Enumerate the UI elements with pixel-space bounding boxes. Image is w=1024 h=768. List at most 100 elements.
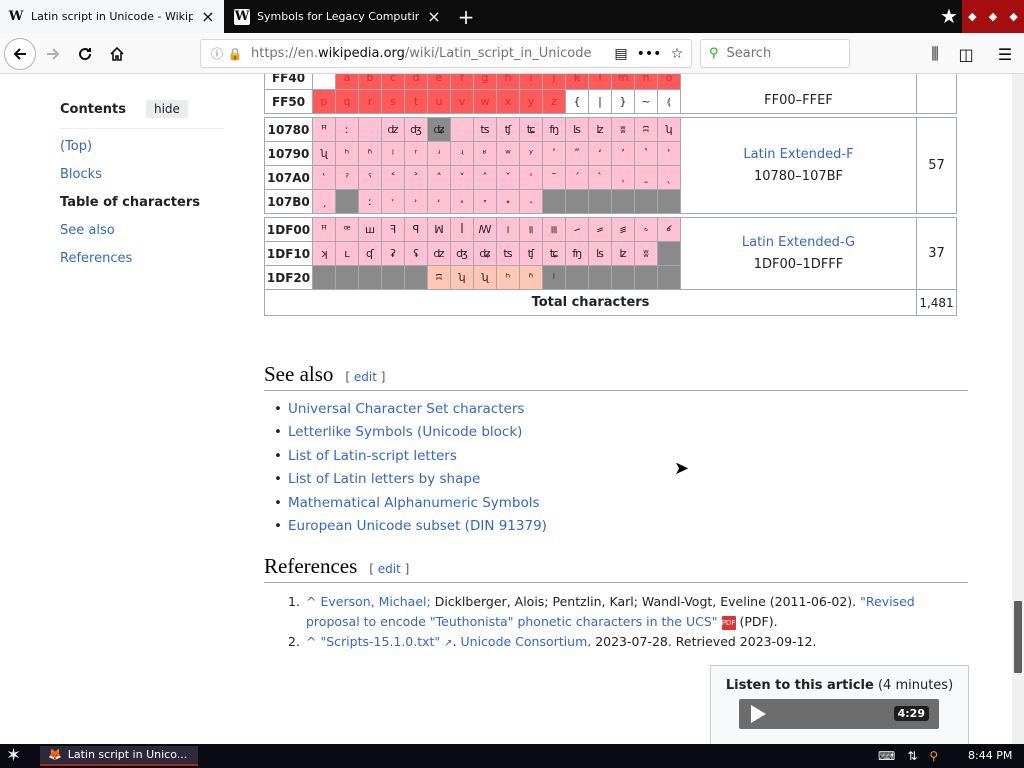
taskbar-item-firefox[interactable]: 🦊 Latin script in Unico... (40, 746, 198, 766)
new-tab-button[interactable]: + (452, 0, 480, 33)
character-cell[interactable]: c (381, 74, 405, 90)
block-link[interactable]: Latin Extended-G (742, 235, 855, 250)
see-also-link[interactable]: Universal Character Set characters (288, 401, 524, 417)
character-cell[interactable]: ː (358, 189, 382, 214)
publisher-link[interactable]: Unicode Consortium (461, 634, 588, 649)
close-tab-icon[interactable]: × (200, 7, 216, 26)
page-scrollbar[interactable] (1012, 74, 1024, 744)
character-cell[interactable]: ʭ (634, 117, 658, 142)
character-cell[interactable]: ʴ (427, 141, 451, 166)
character-cell[interactable]: ʫ (611, 241, 635, 266)
character-cell[interactable]: ʮ (450, 265, 474, 290)
character-cell[interactable]: ˁ (358, 165, 382, 190)
character-cell[interactable]: ˑ (381, 189, 405, 214)
character-cell[interactable]: ˅ (450, 165, 474, 190)
backref-caret[interactable]: ^ (306, 594, 316, 609)
character-cell[interactable]: r (358, 89, 382, 114)
character-cell[interactable]: s (381, 89, 405, 114)
character-cell[interactable]: i (519, 74, 543, 90)
character-cell[interactable]: ˂ (381, 165, 405, 190)
character-cell[interactable]: u (427, 89, 451, 114)
character-cell[interactable]: ʤ (404, 117, 428, 142)
play-icon[interactable] (751, 705, 766, 723)
character-cell[interactable]: b (358, 74, 382, 90)
character-cell[interactable]: ʥ (473, 241, 497, 266)
character-cell[interactable]: a (335, 74, 359, 90)
scrollbar-thumb[interactable] (1014, 601, 1022, 673)
character-cell[interactable]: l (588, 74, 612, 90)
character-cell[interactable]: ⦅ (657, 89, 681, 114)
character-cell[interactable]: ʣ (381, 117, 405, 142)
info-icon[interactable]: ⓘ (207, 45, 227, 62)
character-cell[interactable]: ʰ (496, 265, 520, 290)
toc-item-blocks[interactable]: Blocks (60, 161, 224, 189)
character-cell[interactable]: o (657, 74, 681, 90)
character-cell[interactable]: w (473, 89, 497, 114)
character-cell[interactable]: ʿ (312, 165, 336, 190)
character-cell[interactable]: ꟽ (427, 217, 451, 242)
close-window-icon[interactable]: ◆ (1009, 10, 1017, 23)
character-cell[interactable]: ꟻ (381, 217, 405, 242)
library-button[interactable]: ⫼ (920, 39, 950, 69)
character-cell[interactable] (312, 74, 336, 90)
character-cell[interactable]: ꠱ (519, 217, 543, 242)
character-cell[interactable]: m (611, 74, 635, 90)
character-cell[interactable]: ꟿ (473, 217, 497, 242)
back-button[interactable] (4, 38, 36, 70)
character-cell[interactable]: y (519, 89, 543, 114)
toc-item-see-also[interactable]: See also (60, 217, 224, 245)
character-cell[interactable]: ˗ (519, 189, 543, 214)
character-cell[interactable]: q (335, 89, 359, 114)
character-cell[interactable]: ˕ (473, 189, 497, 214)
character-cell[interactable]: ʪ (565, 117, 589, 142)
character-cell[interactable]: ˖ (496, 189, 520, 214)
character-cell[interactable]: ʨ (542, 241, 566, 266)
character-cell[interactable]: ˏ (312, 189, 336, 214)
page-actions-icon[interactable]: ••• (635, 46, 663, 62)
character-cell[interactable]: ˉ (542, 165, 566, 190)
character-cell[interactable]: ʢ (404, 241, 428, 266)
character-cell[interactable]: ˋ (588, 165, 612, 190)
edit-link[interactable]: edit (354, 370, 377, 384)
character-cell[interactable] (450, 117, 474, 142)
character-cell[interactable]: ꠳ (565, 217, 589, 242)
character-cell[interactable]: ˔ (450, 189, 474, 214)
minimize-icon[interactable]: ◆ (968, 10, 976, 23)
character-cell[interactable]: ꟸ (312, 117, 336, 142)
reference-title-link[interactable]: "Scripts-15.1.0.txt" (320, 634, 440, 649)
character-cell[interactable]: ʼ (611, 141, 635, 166)
character-cell[interactable]: ʳ (404, 141, 428, 166)
character-cell[interactable]: ꟸ (312, 217, 336, 242)
character-cell[interactable]: ꟺ (358, 217, 382, 242)
character-cell[interactable]: ʭ (427, 265, 451, 290)
toc-item-references[interactable]: References (60, 245, 224, 273)
character-cell[interactable]: ʱ (519, 265, 543, 290)
character-cell[interactable] (358, 117, 382, 142)
character-cell[interactable]: ˃ (404, 165, 428, 190)
backref-caret[interactable]: ^ (306, 634, 316, 649)
character-cell[interactable]: ~ (634, 89, 658, 114)
character-cell[interactable]: ꠴ (588, 217, 612, 242)
character-cell[interactable]: ʫ (588, 117, 612, 142)
character-cell[interactable]: ꟹ (335, 217, 359, 242)
character-cell[interactable]: ʧ (519, 241, 543, 266)
character-cell[interactable]: ʺ (565, 141, 589, 166)
character-cell[interactable]: ˀ (335, 165, 359, 190)
character-cell[interactable]: ʬ (611, 117, 635, 142)
character-cell[interactable]: { (565, 89, 589, 114)
character-cell[interactable]: ʬ (634, 241, 658, 266)
character-cell[interactable]: v (450, 89, 474, 114)
search-tray-icon[interactable]: ⚲ (929, 749, 938, 763)
character-cell[interactable]: ʦ (496, 241, 520, 266)
start-menu-star-icon[interactable]: ✶ (6, 744, 21, 768)
character-cell[interactable]: ʸ (519, 141, 543, 166)
edit-link[interactable]: edit (378, 562, 401, 576)
character-cell[interactable]: ʹ (542, 141, 566, 166)
character-cell[interactable]: ʦ (473, 117, 497, 142)
character-cell[interactable]: k (565, 74, 589, 90)
reload-button[interactable] (70, 39, 100, 69)
character-cell[interactable]: ʵ (450, 141, 474, 166)
see-also-link[interactable]: Letterlike Symbols (Unicode block) (288, 424, 522, 440)
network-icon[interactable]: ⇅ (907, 749, 917, 763)
character-cell[interactable]: ʩ (565, 241, 589, 266)
